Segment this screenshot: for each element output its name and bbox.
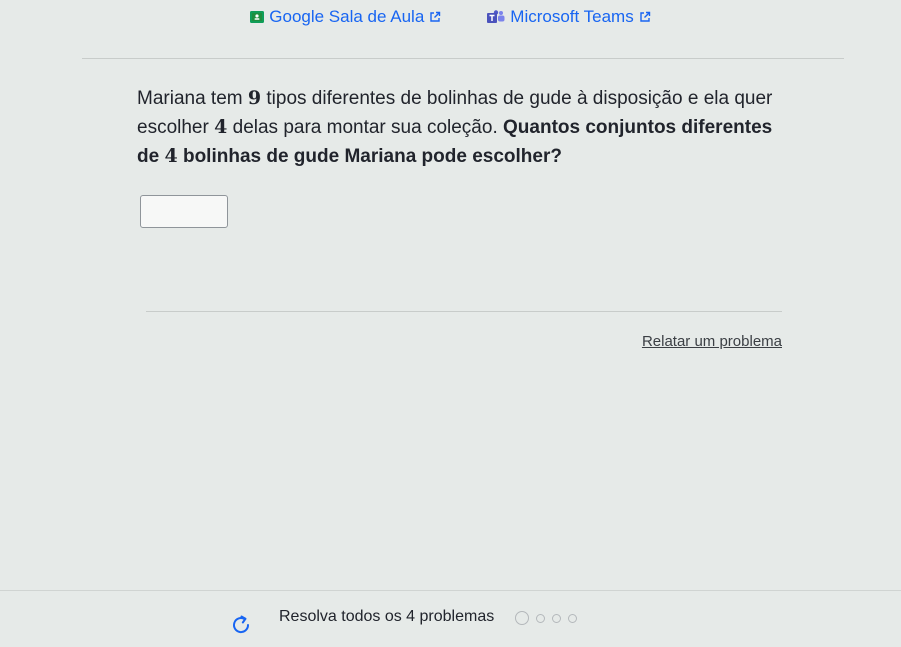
question-ask-number: 4 bbox=[164, 145, 178, 167]
report-problem-link[interactable]: Relatar um problema bbox=[642, 333, 782, 350]
progress-text: Resolva todos os 4 problemas bbox=[279, 608, 495, 625]
external-link-icon bbox=[430, 11, 441, 22]
reload-icon[interactable] bbox=[229, 613, 253, 637]
number-total: 9 bbox=[247, 87, 262, 109]
question-part-3: delas para montar sua coleção. bbox=[227, 117, 504, 138]
google-classroom-icon bbox=[250, 11, 265, 23]
progress-dot-1 bbox=[515, 611, 529, 625]
middle-divider bbox=[146, 311, 782, 312]
external-link-icon bbox=[640, 11, 650, 22]
number-choose: 4 bbox=[214, 116, 228, 138]
question-ask-2: bolinhas de gude Mariana pode escolher? bbox=[177, 146, 562, 167]
progress-dots bbox=[515, 611, 577, 625]
microsoft-teams-label: Microsoft Teams bbox=[510, 7, 634, 26]
microsoft-teams-link[interactable]: Microsoft Teams bbox=[487, 7, 650, 27]
question-text: Mariana tem 9 tipos diferentes de bolinh… bbox=[137, 84, 787, 171]
progress-dot-3 bbox=[552, 613, 561, 623]
share-bar: Google Sala de Aula Microsoft Teams bbox=[0, 0, 901, 34]
top-divider bbox=[82, 58, 844, 59]
progress-dot-2 bbox=[536, 613, 545, 623]
google-classroom-label: Google Sala de Aula bbox=[269, 7, 425, 26]
answer-input[interactable] bbox=[140, 195, 228, 228]
question-part-1: Mariana tem bbox=[137, 88, 248, 109]
microsoft-teams-icon bbox=[487, 10, 505, 23]
progress-dot-4 bbox=[568, 613, 577, 623]
google-classroom-link[interactable]: Google Sala de Aula bbox=[250, 7, 441, 27]
